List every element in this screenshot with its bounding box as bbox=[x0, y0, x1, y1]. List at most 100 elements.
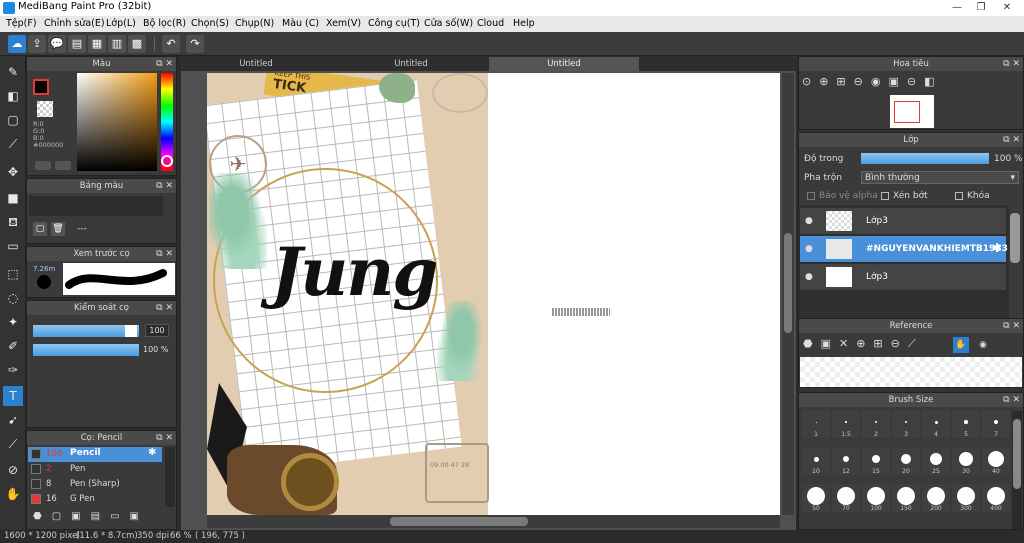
layer-row[interactable]: ● Lớp3 bbox=[800, 208, 1006, 235]
brush-opacity-slider[interactable] bbox=[33, 344, 139, 356]
menu-select[interactable]: Chọn(S) bbox=[191, 18, 229, 29]
panel-close-icon[interactable]: ⧉ ✕ bbox=[156, 431, 173, 445]
menu-color[interactable]: Màu (C) bbox=[282, 18, 319, 29]
navigator-tools[interactable]: ⊙⊕⊞⊖◉▣⊝◧ bbox=[802, 75, 942, 88]
brush-size-option[interactable]: 2 bbox=[862, 410, 890, 438]
brush-size-option[interactable]: 1.5 bbox=[832, 410, 860, 438]
vertical-scrollbar[interactable] bbox=[782, 73, 794, 515]
horizontal-scrollbar[interactable] bbox=[207, 515, 780, 528]
menu-snap[interactable]: Chụp(N) bbox=[235, 18, 274, 29]
menu-help[interactable]: Help bbox=[513, 18, 535, 29]
brush-size-option[interactable]: 4 bbox=[922, 410, 950, 438]
brush-size-option[interactable]: 12 bbox=[832, 447, 860, 475]
operation-tool-icon[interactable]: ➹ bbox=[3, 410, 23, 430]
redo-icon[interactable]: ↷ bbox=[186, 35, 204, 53]
select-eraser-tool-icon[interactable]: ✑ bbox=[3, 360, 23, 380]
minimize-button[interactable]: — bbox=[946, 0, 968, 16]
brush-size-scroll-thumb[interactable] bbox=[1013, 419, 1021, 489]
bucket-tool-icon[interactable]: ⛾ bbox=[3, 212, 23, 232]
dropper-tool-icon[interactable]: ⟋ bbox=[3, 434, 23, 454]
settings-gear-icon[interactable]: ✱ bbox=[992, 241, 1002, 255]
background-color-swatch[interactable] bbox=[37, 101, 53, 117]
comment-icon[interactable]: 💬 bbox=[48, 35, 66, 53]
panel-close-icon[interactable]: ⧉ ✕ bbox=[1003, 393, 1020, 407]
lasso-tool-icon[interactable]: ◌ bbox=[3, 288, 23, 308]
fill-rect-tool-icon[interactable]: ■ bbox=[3, 188, 23, 208]
eye-icon[interactable]: ● bbox=[805, 216, 813, 226]
brush-size-option[interactable]: 15 bbox=[862, 447, 890, 475]
grid-icon[interactable]: ▩ bbox=[128, 35, 146, 53]
menu-file[interactable]: Tệp(F) bbox=[6, 18, 37, 29]
navigator-thumbnail[interactable] bbox=[890, 95, 934, 128]
menu-cloud[interactable]: Cloud bbox=[477, 18, 504, 29]
brush-size-option[interactable]: 3 bbox=[892, 410, 920, 438]
upload-icon[interactable]: ⇪ bbox=[28, 35, 46, 53]
layer-opacity-slider[interactable] bbox=[861, 153, 989, 164]
brush-item[interactable]: 100 Pencil ✱ bbox=[28, 447, 162, 462]
menu-view[interactable]: Xem(V) bbox=[326, 18, 361, 29]
move-tool-icon[interactable]: ✥ bbox=[3, 162, 23, 182]
tab-untitled-1[interactable]: Untitled bbox=[201, 57, 311, 71]
brush-tool-icon[interactable]: ✎ bbox=[3, 62, 23, 82]
navigator-viewport[interactable] bbox=[894, 101, 920, 123]
brush-size-option[interactable]: 150 bbox=[892, 484, 920, 512]
brush-size-option[interactable]: 10 bbox=[802, 447, 830, 475]
layer-list-scrollbar[interactable] bbox=[1010, 213, 1020, 263]
brush-size-option[interactable]: 100 bbox=[862, 484, 890, 512]
select-pen-tool-icon[interactable]: ✐ bbox=[3, 336, 23, 356]
panel-close-icon[interactable]: ⧉ ✕ bbox=[1003, 319, 1020, 333]
brush-list-scrollbar[interactable] bbox=[165, 447, 175, 507]
eye-icon[interactable]: ● bbox=[805, 272, 813, 282]
panel-close-icon[interactable]: ⧉ ✕ bbox=[1003, 57, 1020, 71]
chat-icon[interactable]: ▤ bbox=[68, 35, 86, 53]
layer-row[interactable]: ● #NGUYENVANKHIEMTB1983 ✱ bbox=[800, 236, 1008, 263]
eyedropper-tool-icon[interactable]: ⊘ bbox=[3, 460, 23, 480]
brush-size-option[interactable]: 30 bbox=[952, 447, 980, 475]
panel-close-icon[interactable]: ⧉ ✕ bbox=[156, 57, 173, 71]
menu-window[interactable]: Cửa số(W) bbox=[424, 18, 473, 29]
tab-untitled-3[interactable]: Untitled bbox=[489, 57, 639, 71]
rectangle-tool-icon[interactable]: ▢ bbox=[3, 110, 23, 130]
brush-size-option[interactable]: 50 bbox=[802, 484, 830, 512]
text-tool-icon[interactable]: T bbox=[3, 386, 23, 406]
foreground-color-swatch[interactable] bbox=[33, 79, 49, 95]
select-rect-tool-icon[interactable]: ⬚ bbox=[3, 264, 23, 284]
reset-icon[interactable]: ◉ bbox=[975, 337, 991, 353]
brush-size-option[interactable]: 1 bbox=[802, 410, 830, 438]
brush-item[interactable]: 2 Pen bbox=[28, 462, 162, 477]
add-palette-icon[interactable]: ▢ bbox=[33, 222, 47, 236]
eye-icon[interactable]: ● bbox=[805, 244, 813, 254]
magic-wand-tool-icon[interactable]: ✦ bbox=[3, 312, 23, 332]
eraser-tool-icon[interactable]: ◧ bbox=[3, 86, 23, 106]
panel-close-icon[interactable]: ⧉ ✕ bbox=[156, 301, 173, 315]
reference-tools[interactable]: ⬣▣✕⊕⊞⊖⟋ bbox=[803, 337, 924, 351]
horizontal-scroll-thumb[interactable] bbox=[390, 517, 528, 526]
brush-item[interactable]: 16 G Pen bbox=[28, 492, 162, 507]
brush-size-scrollbar[interactable] bbox=[1012, 411, 1022, 529]
brush-item[interactable]: 8 Pen (Sharp) bbox=[28, 477, 162, 492]
lock-checkbox[interactable] bbox=[955, 192, 963, 200]
menu-tools[interactable]: Công cụ(T) bbox=[368, 18, 420, 29]
panel-close-icon[interactable]: ⧉ ✕ bbox=[156, 247, 173, 261]
gradient-tool-icon[interactable]: ▭ bbox=[3, 236, 23, 256]
brush-list-actions[interactable]: ⬣▢▣▤▭▣ bbox=[33, 511, 149, 522]
tab-untitled-2[interactable]: Untitled bbox=[351, 57, 471, 71]
line-tool-icon[interactable]: ⟋ bbox=[3, 134, 23, 154]
brush-size-option[interactable]: 20 bbox=[892, 447, 920, 475]
brush-size-input[interactable]: 100 bbox=[145, 324, 169, 337]
brush-size-handle[interactable] bbox=[125, 325, 137, 337]
menu-edit[interactable]: Chỉnh sửa(E) bbox=[44, 18, 105, 29]
brush-size-slider[interactable] bbox=[33, 325, 139, 337]
panel-close-icon[interactable]: ⧉ ✕ bbox=[156, 179, 173, 193]
blend-mode-select[interactable]: Bình thường ▾ bbox=[861, 171, 1019, 184]
menu-layer[interactable]: Lớp(L) bbox=[106, 18, 136, 29]
brush-size-option[interactable]: 200 bbox=[922, 484, 950, 512]
document-icon[interactable]: ▦ bbox=[88, 35, 106, 53]
brush-size-option[interactable]: 25 bbox=[922, 447, 950, 475]
brush-size-option[interactable]: 40 bbox=[982, 447, 1010, 475]
menu-filter[interactable]: Bộ lọc(R) bbox=[143, 18, 186, 29]
cloud-icon[interactable]: ☁ bbox=[8, 35, 26, 53]
clip-checkbox[interactable] bbox=[881, 192, 889, 200]
panel-close-icon[interactable]: ⧉ ✕ bbox=[1003, 133, 1020, 147]
undo-icon[interactable]: ↶ bbox=[162, 35, 180, 53]
